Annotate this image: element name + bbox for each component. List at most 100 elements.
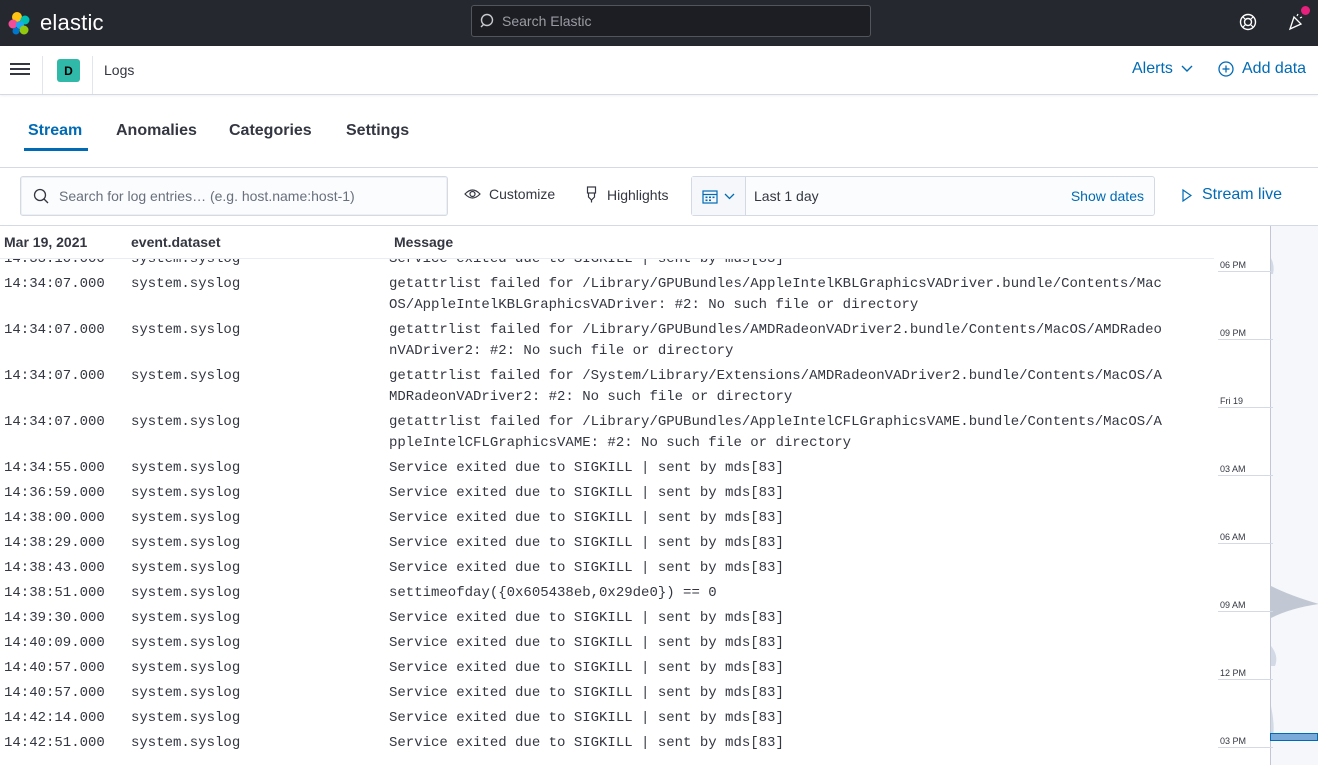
log-dataset: system.syslog (131, 735, 241, 751)
menu-icon[interactable] (10, 60, 30, 80)
log-dataset: system.syslog (131, 710, 241, 726)
highlights-button[interactable]: Highlights (586, 186, 668, 203)
elastic-logo[interactable]: elastic (8, 10, 104, 36)
minimap-tick-label: 06 PM (1220, 260, 1247, 270)
log-search[interactable] (20, 176, 448, 216)
log-dataset: system.syslog (131, 414, 241, 430)
log-message: getattrlist failed for /Library/GPUBundl… (389, 276, 1162, 313)
minimap-tick-line (1218, 611, 1273, 612)
highlighter-icon (586, 186, 597, 203)
minimap-tick-line (1218, 475, 1273, 476)
chevron-down-icon (1181, 65, 1193, 72)
logs-tabs: Stream Anomalies Categories Settings (0, 96, 1318, 168)
minimap-tick-label: 09 PM (1220, 328, 1247, 338)
date-range-label[interactable]: Last 1 day (754, 188, 819, 204)
minimap-tick-line (1218, 407, 1273, 408)
search-icon (480, 13, 494, 28)
tab-anomalies[interactable]: Anomalies (116, 122, 197, 140)
log-dataset: system.syslog (131, 585, 241, 601)
minimap-tick-line (1218, 339, 1273, 340)
minimap-tick-line (1218, 271, 1273, 272)
minimap-visible-range[interactable] (1270, 733, 1318, 741)
log-message: Service exited due to SIGKILL | sent by … (389, 660, 784, 676)
calendar-icon (702, 189, 718, 204)
tab-stream[interactable]: Stream (28, 122, 82, 140)
global-search[interactable] (471, 5, 871, 37)
log-search-input[interactable] (59, 188, 439, 204)
log-timestamp: 14:34:07.000 (4, 276, 105, 292)
column-header-dataset: event.dataset (131, 234, 221, 250)
global-search-input[interactable] (502, 13, 862, 29)
elastic-logo-icon (8, 11, 32, 35)
chevron-down-icon (724, 193, 735, 199)
log-dataset: system.syslog (131, 560, 241, 576)
minimap-tick-label: 03 PM (1220, 736, 1247, 746)
log-dataset: system.syslog (131, 610, 241, 626)
minimap-tick-label: 09 AM (1220, 600, 1246, 610)
log-timestamp: 14:40:57.000 (4, 660, 105, 676)
divider (92, 56, 93, 94)
log-timestamp: 14:39:30.000 (4, 610, 105, 626)
log-dataset: system.syslog (131, 368, 241, 384)
log-dataset: system.syslog (131, 685, 241, 701)
minimap-density-bar (1270, 226, 1318, 765)
log-message: Service exited due to SIGKILL | sent by … (389, 610, 784, 626)
log-message: getattrlist failed for /Library/GPUBundl… (389, 414, 1162, 451)
minimap-tick-label: 06 AM (1220, 532, 1246, 542)
log-message: Service exited due to SIGKILL | sent by … (389, 460, 784, 476)
active-tab-indicator (24, 148, 88, 151)
log-message: Service exited due to SIGKILL | sent by … (389, 535, 784, 551)
log-timestamp: 14:34:07.000 (4, 414, 105, 430)
log-timestamp: 14:40:09.000 (4, 635, 105, 651)
log-dataset: system.syslog (131, 660, 241, 676)
brand-name: elastic (40, 10, 104, 35)
log-message: Service exited due to SIGKILL | sent by … (389, 685, 784, 701)
log-message: Service exited due to SIGKILL | sent by … (389, 735, 784, 751)
log-dataset: system.syslog (131, 322, 241, 338)
log-timestamp: 14:38:00.000 (4, 510, 105, 526)
log-message: getattrlist failed for /System/Library/E… (389, 368, 1162, 405)
log-message: Service exited due to SIGKILL | sent by … (389, 635, 784, 651)
help-icon[interactable] (1238, 12, 1258, 32)
log-timestamp: 14:40:57.000 (4, 685, 105, 701)
breadcrumb: Logs (104, 62, 135, 78)
minimap-tick-label: 03 AM (1220, 464, 1246, 474)
alerts-button[interactable]: Alerts (1132, 60, 1193, 78)
log-timestamp: 14:38:29.000 (4, 535, 105, 551)
newsfeed-icon[interactable] (1286, 6, 1310, 32)
add-data-label: Add data (1242, 60, 1307, 77)
log-dataset: system.syslog (131, 510, 241, 526)
log-message: settimeofday({0x605438eb,0x29de0}) == 0 (389, 585, 717, 601)
plus-circle-icon (1218, 61, 1234, 77)
breadcrumb-bar: D Logs Alerts Add data (0, 46, 1318, 95)
log-minimap[interactable]: 06 PM 09 PM Fri 19 03 AM 06 AM 09 AM 12 PM 03 P… (1214, 226, 1318, 765)
space-avatar[interactable]: D (57, 59, 80, 82)
tab-categories[interactable]: Categories (229, 122, 312, 140)
customize-button[interactable]: Customize (464, 186, 555, 202)
tab-settings[interactable]: Settings (346, 122, 409, 140)
column-header-row: Mar 19, 2021 event.dataset Message (0, 226, 1214, 259)
stream-live-button[interactable]: Stream live (1182, 186, 1282, 204)
log-dataset: system.syslog (131, 635, 241, 651)
log-stream: 14:33:10.000 system.syslog Service exited … (0, 225, 1318, 765)
column-header-message: Message (394, 234, 454, 250)
play-icon (1182, 188, 1192, 202)
log-dataset: system.syslog (131, 276, 241, 292)
log-message: Service exited due to SIGKILL | sent by … (389, 560, 784, 576)
log-message: Service exited due to SIGKILL | sent by … (389, 510, 784, 526)
log-timestamp: 14:34:55.000 (4, 460, 105, 476)
minimap-tick-line (1218, 679, 1273, 680)
search-icon (33, 188, 49, 204)
minimap-tick-line (1218, 543, 1273, 544)
log-dataset: system.syslog (131, 535, 241, 551)
column-header-date: Mar 19, 2021 (4, 234, 88, 250)
customize-label: Customize (489, 186, 556, 202)
eye-icon (464, 189, 481, 199)
show-dates-link[interactable]: Show dates (1071, 188, 1144, 204)
log-timestamp: 14:42:14.000 (4, 710, 105, 726)
add-data-button[interactable]: Add data (1218, 60, 1306, 78)
log-timestamp: 14:36:59.000 (4, 485, 105, 501)
quick-select-button[interactable] (692, 177, 746, 215)
notification-badge (1301, 6, 1310, 15)
log-timestamp: 14:34:07.000 (4, 322, 105, 338)
